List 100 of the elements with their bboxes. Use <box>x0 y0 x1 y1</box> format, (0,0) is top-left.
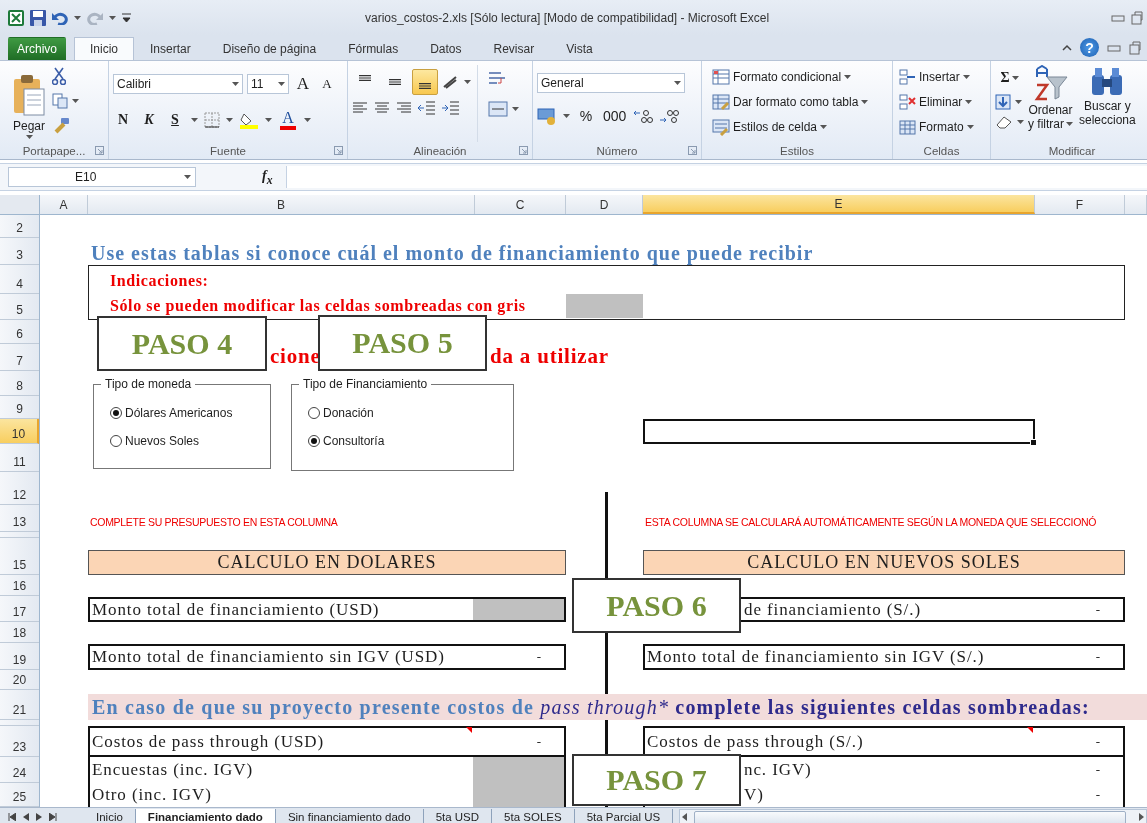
row-header[interactable]: 16 <box>0 575 39 596</box>
caret-icon[interactable] <box>844 75 852 79</box>
caret-icon[interactable] <box>962 75 970 79</box>
style-menu-button[interactable]: Dar formato como tabla <box>712 90 869 114</box>
caret-icon[interactable] <box>966 125 974 129</box>
row-header[interactable]: 12 <box>0 472 39 505</box>
row-header[interactable]: 2 <box>0 215 39 238</box>
input-cell[interactable] <box>473 757 564 782</box>
column-header[interactable]: F <box>1035 195 1125 214</box>
fill-down-icon[interactable] <box>995 94 1011 110</box>
column-header[interactable]: B <box>88 195 475 214</box>
row-header[interactable]: 24 <box>0 757 39 783</box>
radio-option[interactable]: Nuevos Soles <box>110 434 270 448</box>
scissors-icon[interactable] <box>52 67 66 85</box>
scroll-right-icon[interactable] <box>1136 812 1146 822</box>
caret-icon[interactable] <box>109 15 116 20</box>
sheet-tab[interactable]: 5ta USD <box>423 808 493 823</box>
input-cell[interactable] <box>473 599 564 620</box>
decrease-decimal-icon[interactable] <box>659 109 680 123</box>
row-header[interactable]: 6 <box>0 320 39 344</box>
align-right-icon[interactable] <box>396 102 412 114</box>
caret-icon[interactable] <box>1066 122 1073 126</box>
caret-icon[interactable] <box>191 118 198 122</box>
save-icon[interactable] <box>30 9 46 26</box>
sheet-tab[interactable]: 5ta SOLES <box>492 808 575 823</box>
restore-icon[interactable] <box>1131 10 1143 25</box>
formula-input[interactable] <box>286 166 1147 188</box>
row-header[interactable]: 3 <box>0 238 39 265</box>
caret-icon[interactable] <box>512 107 519 111</box>
caret-icon[interactable] <box>674 81 681 85</box>
sheet-tab[interactable]: 5ta Parcial US <box>574 808 674 823</box>
column-header[interactable]: A <box>40 195 88 214</box>
increase-decimal-icon[interactable] <box>633 109 654 123</box>
row-header[interactable]: 21 <box>0 690 39 720</box>
first-sheet-icon[interactable] <box>8 813 16 821</box>
last-sheet-icon[interactable] <box>49 813 57 821</box>
decrease-indent-icon[interactable] <box>418 101 436 115</box>
cells-menu-button[interactable]: Insertar <box>899 65 974 89</box>
caret-icon[interactable] <box>563 114 570 118</box>
font-color-button[interactable]: A <box>278 107 298 133</box>
caret-icon[interactable] <box>184 175 191 179</box>
ribbon-tab[interactable]: Datos <box>414 37 478 60</box>
horizontal-scrollbar[interactable] <box>679 809 1147 823</box>
caret-icon[interactable] <box>232 82 239 86</box>
caret-icon[interactable] <box>1015 100 1022 104</box>
selected-cell[interactable] <box>643 419 1035 444</box>
fill-color-icon[interactable] <box>239 111 259 129</box>
column-header[interactable]: C <box>475 195 566 214</box>
caret-icon[interactable] <box>1017 120 1024 124</box>
thousands-button[interactable]: 000 <box>602 105 628 127</box>
row-header[interactable]: 15 <box>0 538 39 575</box>
restore-icon[interactable] <box>1129 40 1141 55</box>
percent-button[interactable]: % <box>576 105 596 127</box>
function-button[interactable]: f$_{x}$ <box>262 167 282 187</box>
grow-font-button[interactable]: A <box>293 73 313 95</box>
copy-icon[interactable] <box>52 93 68 109</box>
radio-option[interactable]: Donación <box>308 406 513 420</box>
ribbon-tab[interactable]: Insertar <box>134 37 207 60</box>
caret-icon[interactable] <box>226 118 233 122</box>
caret-icon[interactable] <box>1011 76 1019 80</box>
next-sheet-icon[interactable] <box>36 813 42 821</box>
caret-icon[interactable] <box>74 15 81 20</box>
sheet-tab[interactable]: Sin financiamiento dado <box>275 808 424 823</box>
align-left-icon[interactable] <box>352 102 368 114</box>
increase-indent-icon[interactable] <box>442 101 460 115</box>
style-menu-button[interactable]: Estilos de celda <box>712 115 869 139</box>
caret-icon[interactable] <box>965 100 973 104</box>
wrap-text-icon[interactable] <box>488 71 506 87</box>
caret-icon[interactable] <box>25 135 33 139</box>
caret-icon[interactable] <box>278 82 285 86</box>
row-header[interactable]: 20 <box>0 670 39 690</box>
style-menu-button[interactable]: Formato condicional <box>712 65 869 89</box>
currency-icon[interactable] <box>537 107 557 125</box>
collapse-ribbon-icon[interactable] <box>1062 44 1072 51</box>
column-header[interactable]: E <box>643 195 1035 214</box>
caret-icon[interactable] <box>304 118 311 122</box>
caret-icon[interactable] <box>72 99 79 103</box>
ribbon-tab[interactable]: Fórmulas <box>332 37 415 60</box>
minimize-icon[interactable] <box>1111 12 1125 23</box>
row-header[interactable]: 13 <box>0 505 39 532</box>
minimize-icon[interactable] <box>1107 42 1121 53</box>
name-box[interactable]: E10 <box>8 167 196 187</box>
row-header[interactable]: 19 <box>0 643 39 670</box>
format-painter-icon[interactable] <box>52 117 70 135</box>
previous-sheet-icon[interactable] <box>23 813 29 821</box>
number-format-dropdown[interactable]: General <box>537 73 685 93</box>
row-header[interactable]: 18 <box>0 622 39 643</box>
row-header[interactable]: 17 <box>0 596 39 622</box>
ribbon-tab[interactable]: Inicio <box>74 37 135 60</box>
find-select-button[interactable]: Buscar y selecciona <box>1079 65 1136 142</box>
ribbon-tab[interactable]: Diseño de página <box>206 37 333 60</box>
eraser-icon[interactable] <box>995 115 1013 129</box>
undo-icon[interactable] <box>52 10 68 25</box>
italic-button[interactable]: K <box>139 109 159 131</box>
sheet-tab[interactable]: Financiamiento dado <box>135 808 276 823</box>
cells-menu-button[interactable]: Formato <box>899 115 974 139</box>
row-header[interactable]: 11 <box>0 444 39 472</box>
caret-icon[interactable] <box>861 100 869 104</box>
caret-icon[interactable] <box>265 118 272 122</box>
file-tab[interactable]: Archivo <box>8 37 66 60</box>
